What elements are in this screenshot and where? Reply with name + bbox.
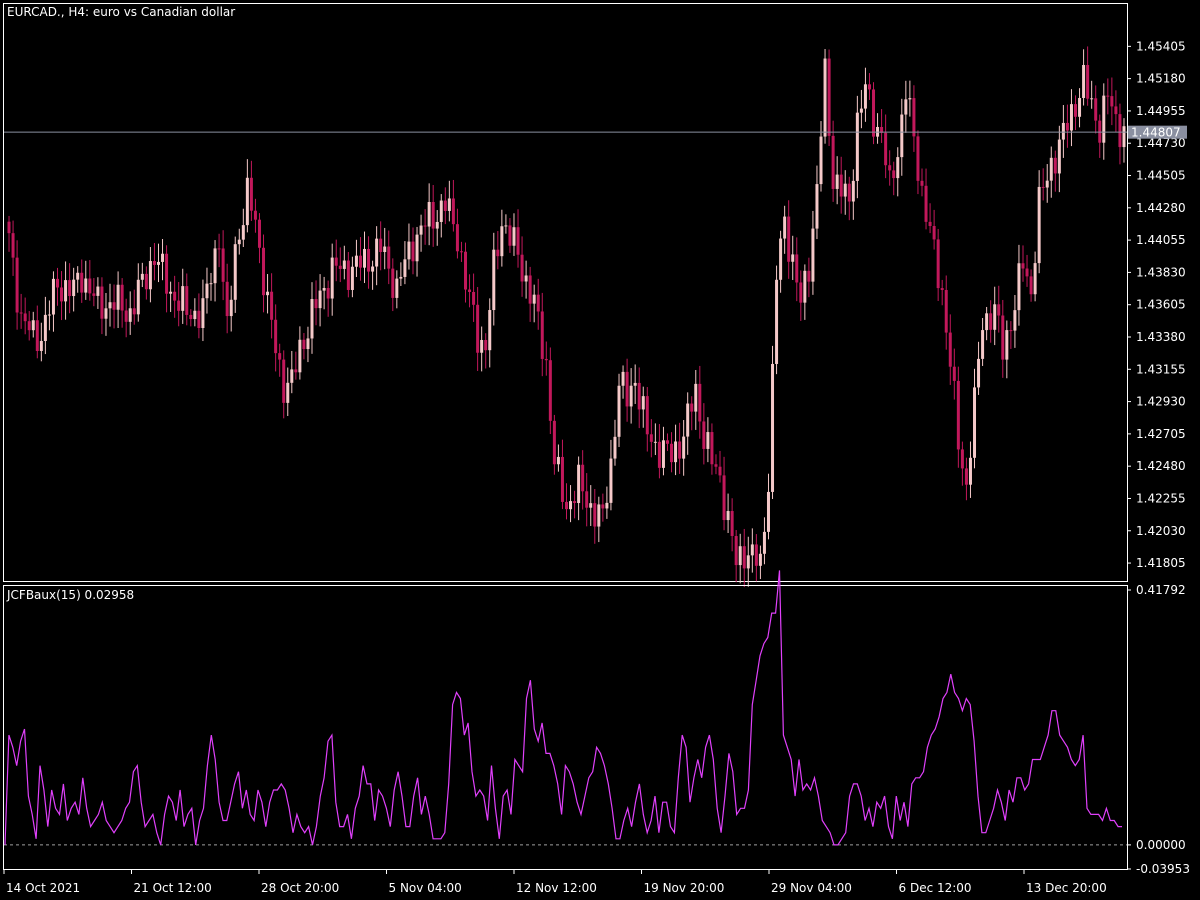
trading-chart[interactable]: 1.454051.451801.449551.447301.445051.442… — [0, 0, 1200, 900]
indicator-tick-label: 0.00000 — [1136, 838, 1186, 852]
price-tick-label: 1.44055 — [1136, 233, 1186, 247]
indicator-title: JCFBaux(15) 0.02958 — [6, 588, 134, 602]
candle — [872, 82, 876, 145]
time-tick-label: 14 Oct 2021 — [6, 881, 80, 895]
price-tick-label: 1.44505 — [1136, 169, 1186, 183]
time-tick-label: 19 Nov 20:00 — [644, 881, 725, 895]
candle — [775, 265, 779, 375]
chart-background — [0, 0, 1200, 900]
price-tick-label: 1.45180 — [1136, 72, 1186, 86]
price-tick-label: 1.42030 — [1136, 524, 1186, 538]
price-tick-label: 1.43155 — [1136, 362, 1186, 376]
price-tick-label: 1.42480 — [1136, 459, 1186, 473]
indicator-tick-label: 0.41792 — [1136, 583, 1186, 597]
time-tick-label: 6 Dec 12:00 — [899, 881, 972, 895]
price-tick-label: 1.43830 — [1136, 265, 1186, 279]
time-tick-label: 28 Oct 20:00 — [261, 881, 339, 895]
svg-text:1.44807: 1.44807 — [1131, 126, 1181, 140]
time-tick-label: 5 Nov 04:00 — [389, 881, 462, 895]
price-tick-label: 1.44280 — [1136, 201, 1186, 215]
price-tick-label: 1.42705 — [1136, 427, 1186, 441]
candle — [827, 49, 831, 147]
price-tick-label: 1.43380 — [1136, 330, 1186, 344]
time-tick-label: 13 Dec 20:00 — [1026, 881, 1107, 895]
bid-price-label: 1.44807 — [1128, 125, 1187, 140]
candle — [771, 345, 775, 500]
time-tick-label: 12 Nov 12:00 — [516, 881, 597, 895]
price-tick-label: 1.45405 — [1136, 39, 1186, 53]
price-tick-label: 1.44955 — [1136, 104, 1186, 118]
candle — [823, 48, 827, 144]
price-tick-label: 1.43605 — [1136, 298, 1186, 312]
price-tick-label: 1.41805 — [1136, 556, 1186, 570]
price-tick-label: 1.42930 — [1136, 395, 1186, 409]
chart-title: EURCAD., H4: euro vs Canadian dollar — [7, 5, 235, 19]
indicator-tick-label: -0.03953 — [1136, 862, 1190, 876]
price-tick-label: 1.42255 — [1136, 491, 1186, 505]
time-tick-label: 29 Nov 04:00 — [771, 881, 852, 895]
time-tick-label: 21 Oct 12:00 — [134, 881, 212, 895]
